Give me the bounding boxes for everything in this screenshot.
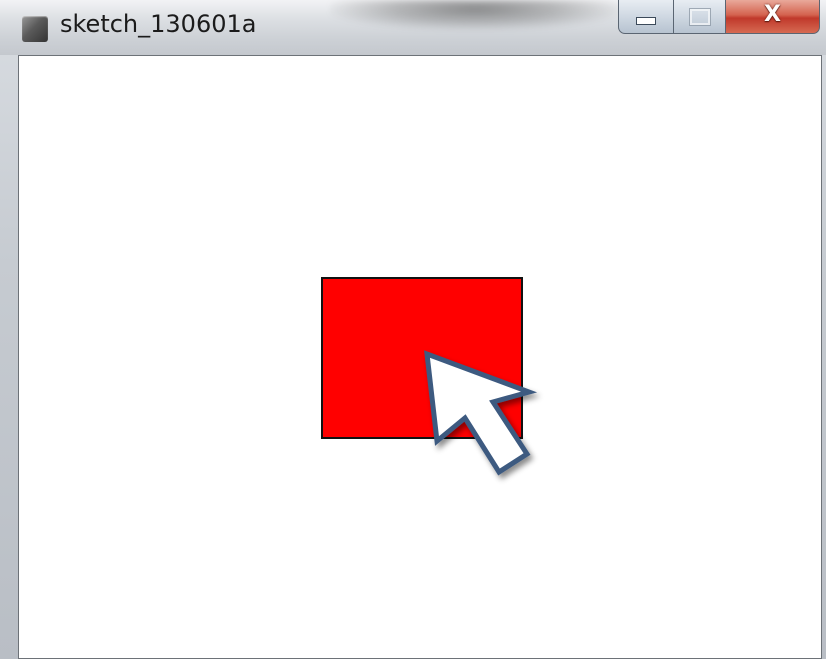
minimize-button[interactable]: [618, 0, 674, 34]
minimize-icon: [636, 16, 656, 25]
close-icon: X: [764, 2, 781, 27]
maximize-icon: [688, 7, 711, 26]
app-icon[interactable]: [22, 16, 48, 42]
titlebar-background-blur: [330, 0, 620, 30]
maximize-button[interactable]: [674, 0, 726, 34]
arrow-pointer-icon: [424, 350, 538, 476]
window-title: sketch_130601a: [60, 10, 257, 38]
app-window: sketch_130601a X: [0, 0, 826, 659]
caption-buttons: X: [618, 0, 822, 36]
close-button[interactable]: X: [726, 0, 820, 34]
sketch-canvas[interactable]: [18, 55, 822, 659]
title-bar[interactable]: sketch_130601a X: [0, 0, 826, 55]
